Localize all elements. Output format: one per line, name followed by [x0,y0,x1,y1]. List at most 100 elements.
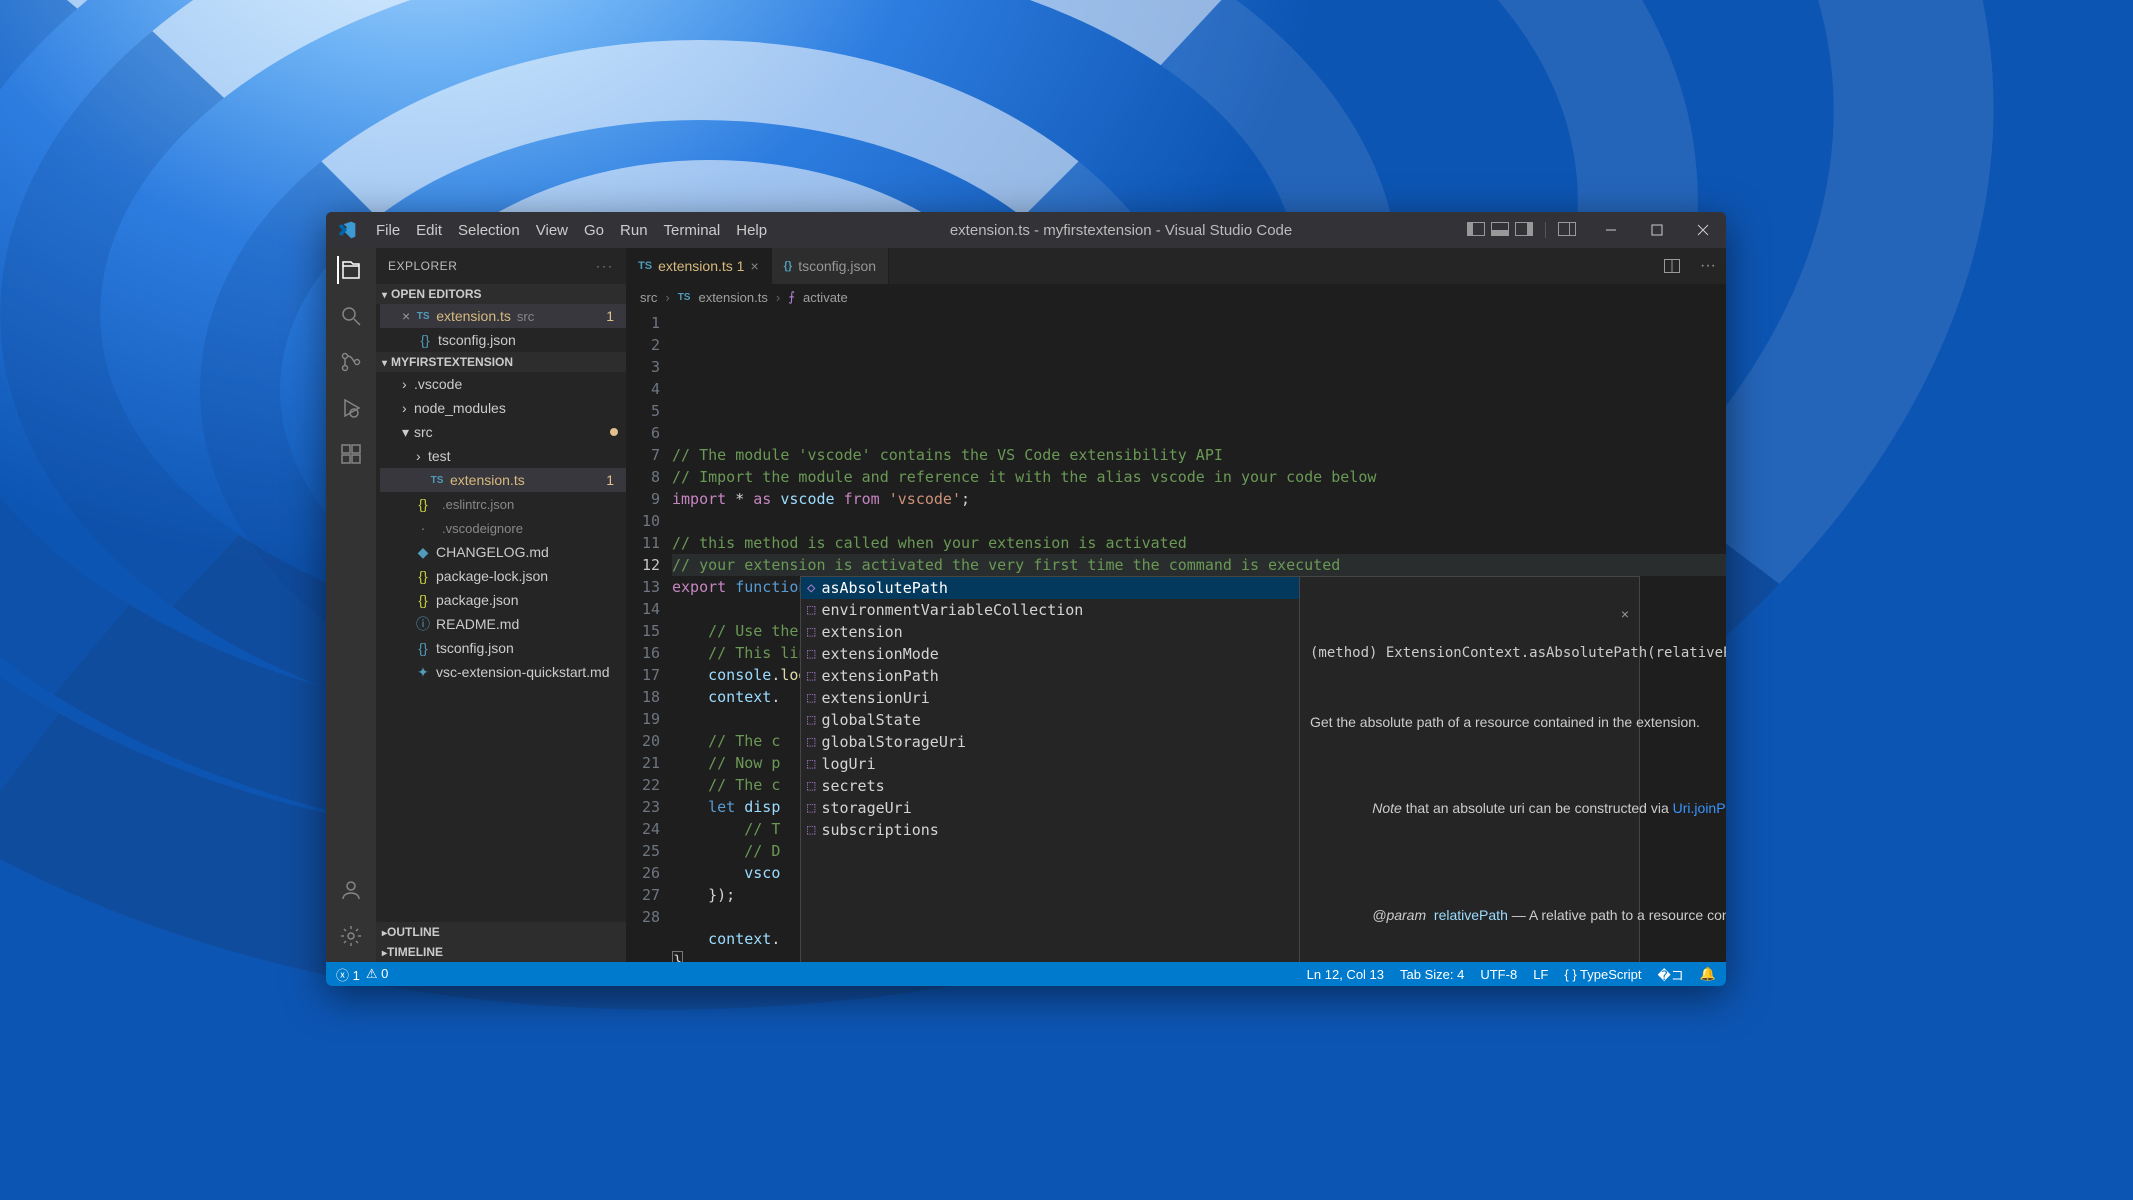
suggest-item[interactable]: ⬚storageUri [801,797,1299,819]
minimize-button[interactable] [1588,212,1634,248]
suggest-item[interactable]: ⬚subscriptions [801,819,1299,841]
problems-badge: 1 [606,308,618,324]
menu-help[interactable]: Help [728,222,775,239]
customize-layout-icon[interactable] [1558,222,1576,236]
suggest-item[interactable]: ⬚extension [801,621,1299,643]
folder-item[interactable]: ▾src [380,420,626,444]
open-editor-item[interactable]: {}tsconfig.json [380,328,626,352]
code-line[interactable]: import * as vscode from 'vscode'; [672,488,1726,510]
close-icon[interactable]: × [1621,605,1629,625]
file-item[interactable]: {}.eslintrc.json [380,492,626,516]
intellisense-popup[interactable]: ◇asAbsolutePath⬚environmentVariableColle… [800,576,1640,962]
toggle-primary-sidebar-icon[interactable] [1467,222,1485,236]
status-cursor[interactable]: Ln 12, Col 13 [1307,967,1384,982]
close-button[interactable] [1680,212,1726,248]
file-type-icon: {} [414,496,432,512]
status-indent[interactable]: Tab Size: 4 [1400,967,1464,982]
section-open-editors[interactable]: OPEN EDITORS [376,284,626,304]
suggest-item[interactable]: ⬚globalStorageUri [801,731,1299,753]
suggest-label: asAbsolutePath [821,577,947,599]
file-item[interactable]: TSextension.ts1 [380,468,626,492]
open-editor-item[interactable]: ×TSextension.tssrc1 [380,304,626,328]
window-controls [1588,212,1726,248]
menu-file[interactable]: File [368,222,408,239]
suggest-item[interactable]: ⬚extensionMode [801,643,1299,665]
suggest-item[interactable]: ⬚environmentVariableCollection [801,599,1299,621]
code-editor[interactable]: 1234567891011121314151617181920212223242… [626,310,1726,962]
settings-gear-icon[interactable] [337,922,365,950]
file-item[interactable]: {}package-lock.json [380,564,626,588]
line-gutter: 1234567891011121314151617181920212223242… [626,310,672,962]
suggest-list[interactable]: ◇asAbsolutePath⬚environmentVariableColle… [800,576,1300,962]
explorer-icon[interactable] [337,256,365,284]
breadcrumb-file[interactable]: extension.ts [698,290,767,305]
maximize-button[interactable] [1634,212,1680,248]
file-item[interactable]: ⓘREADME.md [380,612,626,636]
status-notifications-icon[interactable]: 🔔 [1700,966,1716,982]
link-uri-joinpath[interactable]: Uri.joinPath [1673,800,1726,816]
titlebar[interactable]: File Edit Selection View Go Run Terminal… [326,212,1726,248]
file-item[interactable]: ·.vscodeignore [380,516,626,540]
chevron-right-icon: › [416,448,428,464]
menu-selection[interactable]: Selection [450,222,528,239]
file-type-icon: {} [414,640,432,656]
breadcrumb-symbol[interactable]: activate [803,290,848,305]
source-control-icon[interactable] [337,348,365,376]
file-item[interactable]: ✦vsc-extension-quickstart.md [380,660,626,684]
close-icon[interactable]: × [402,308,410,324]
menu-view[interactable]: View [528,222,576,239]
status-feedback-icon[interactable]: �コ [1657,965,1683,984]
suggest-item[interactable]: ⬚globalState [801,709,1299,731]
code-line[interactable] [672,510,1726,532]
toggle-panel-icon[interactable] [1491,222,1509,236]
menu-edit[interactable]: Edit [408,222,450,239]
suggest-item[interactable]: ⬚secrets [801,775,1299,797]
status-bar: ⓧ 1 ⚠ 0 Ln 12, Col 13 Tab Size: 4 UTF-8 … [326,962,1726,986]
file-item[interactable]: {}package.json [380,588,626,612]
suggest-label: extensionUri [821,687,929,709]
suggest-item[interactable]: ⬚logUri [801,753,1299,775]
code-line[interactable]: // your extension is activated the very … [672,554,1726,576]
file-item[interactable]: {}tsconfig.json [380,636,626,660]
extensions-icon[interactable] [337,440,365,468]
suggest-label: logUri [821,753,875,775]
accounts-icon[interactable] [337,876,365,904]
breadcrumb-folder[interactable]: src [640,290,657,305]
suggest-item[interactable]: ◇asAbsolutePath [801,577,1299,599]
folder-item[interactable]: ›node_modules [380,396,626,420]
menu-bar: File Edit Selection View Go Run Terminal… [368,222,775,239]
suggest-label: globalState [821,709,920,731]
section-project[interactable]: MYFIRSTEXTENSION [376,352,626,372]
search-icon[interactable] [337,302,365,330]
editor-tab[interactable]: TSextension.ts 1× [626,248,772,284]
suggest-item[interactable]: ⬚extensionPath [801,665,1299,687]
status-language[interactable]: { } TypeScript [1564,967,1641,982]
code-line[interactable]: // The module 'vscode' contains the VS C… [672,444,1726,466]
status-encoding[interactable]: UTF-8 [1480,967,1517,982]
folder-item[interactable]: ›test [380,444,626,468]
chevron-down-icon [382,287,387,301]
problems-badge: 1 [606,472,618,488]
menu-go[interactable]: Go [576,222,612,239]
explorer-more-icon[interactable]: ··· [596,259,614,273]
code-lines[interactable]: ◇asAbsolutePath⬚environmentVariableColle… [672,310,1726,962]
menu-run[interactable]: Run [612,222,656,239]
status-errors[interactable]: ⓧ 1 [336,965,360,984]
suggest-item[interactable]: ⬚extensionUri [801,687,1299,709]
toggle-secondary-sidebar-icon[interactable] [1515,222,1533,236]
menu-terminal[interactable]: Terminal [656,222,729,239]
section-outline[interactable]: OUTLINE [376,922,626,942]
split-editor-icon[interactable] [1654,248,1690,284]
editor-tab[interactable]: {}tsconfig.json [772,248,889,284]
run-debug-icon[interactable] [337,394,365,422]
folder-item[interactable]: ›.vscode [380,372,626,396]
code-line[interactable]: // this method is called when your exten… [672,532,1726,554]
file-item[interactable]: ◆CHANGELOG.md [380,540,626,564]
editor-more-icon[interactable]: ··· [1690,248,1726,284]
code-line[interactable]: // Import the module and reference it wi… [672,466,1726,488]
close-icon[interactable]: × [750,258,758,274]
breadcrumbs[interactable]: src › TS extension.ts › ⨍ activate [626,284,1726,310]
status-warnings[interactable]: ⚠ 0 [366,966,389,982]
status-eol[interactable]: LF [1533,967,1548,982]
section-timeline[interactable]: TIMELINE [376,942,626,962]
